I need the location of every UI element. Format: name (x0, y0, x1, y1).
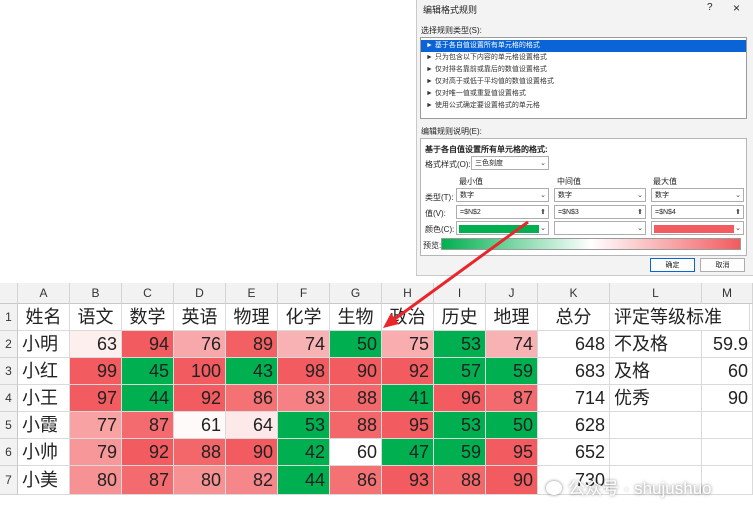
watermark-text: 公众号 · shujushuo (568, 479, 712, 498)
watermark: 公众号 · shujushuo (546, 474, 712, 499)
wechat-icon (546, 481, 562, 495)
annotation-arrow (383, 220, 529, 328)
